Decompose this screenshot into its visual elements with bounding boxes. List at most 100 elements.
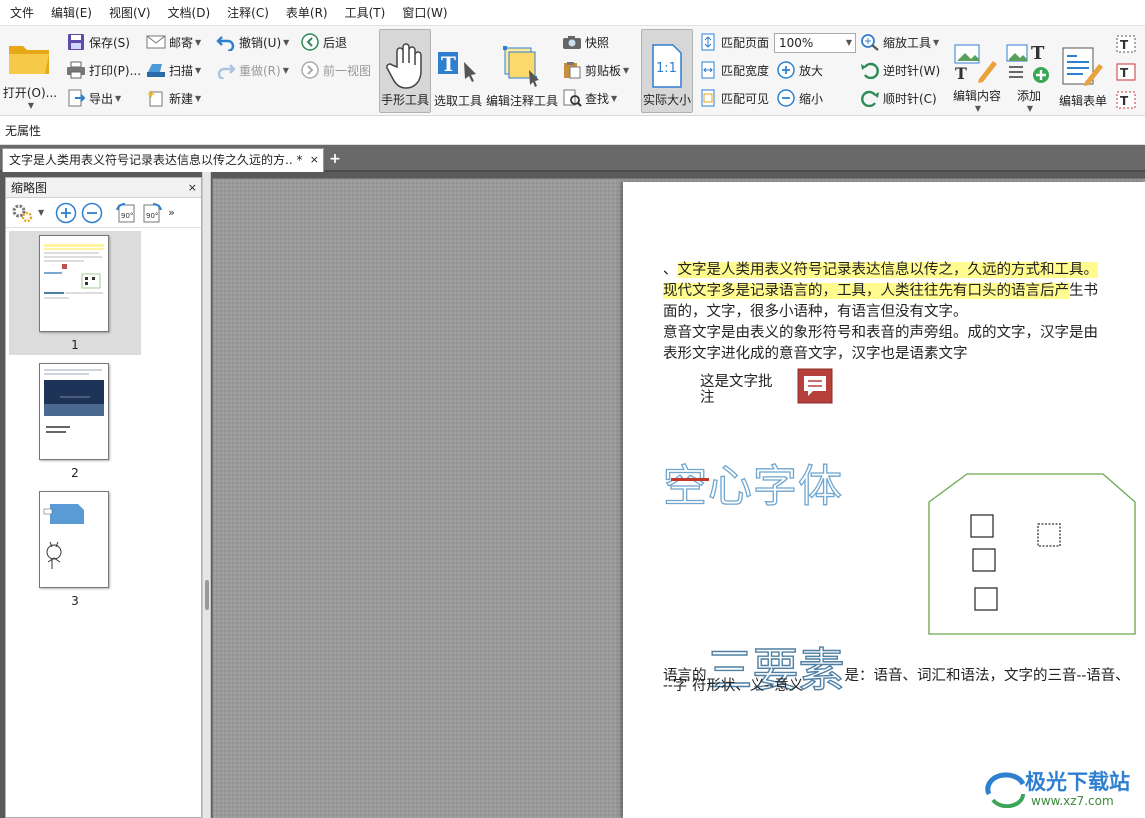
text-annotation[interactable]: 这是文字批 注: [700, 374, 773, 406]
menu-view[interactable]: 视图(V): [103, 2, 157, 24]
new-document-icon: [147, 90, 163, 107]
svg-text:90°: 90°: [146, 212, 158, 220]
redo-button[interactable]: 重做(R) ▼: [216, 61, 289, 79]
thumbnail-page-number: 3: [71, 594, 79, 608]
export-button[interactable]: 导出 ▼: [66, 89, 121, 107]
menu-edit[interactable]: 编辑(E): [45, 2, 98, 24]
camera-icon: [563, 36, 581, 49]
rotate-right-90-icon: 90°: [143, 202, 163, 222]
hand-tool-button[interactable]: 手形工具: [379, 29, 431, 113]
menu-comment[interactable]: 注释(C): [221, 2, 275, 24]
actual-size-button[interactable]: 1:1 实际大小: [641, 29, 693, 113]
menu-form[interactable]: 表单(R): [280, 2, 334, 24]
thumbnail-zoom-out-button[interactable]: [80, 201, 104, 225]
menu-document[interactable]: 文档(D): [162, 2, 217, 24]
zoom-out-button[interactable]: 缩小: [776, 89, 823, 107]
redo-icon: [217, 64, 236, 79]
polygon-shape[interactable]: [927, 472, 1137, 636]
gear-icon: [12, 204, 33, 222]
thumbnail-zoom-in-button[interactable]: [54, 201, 78, 225]
page-preview: [44, 369, 104, 433]
new-tab-button[interactable]: +: [327, 150, 343, 168]
save-icon: [68, 34, 84, 50]
text-cursor-icon: T: [438, 52, 476, 82]
chevron-down-icon: ▼: [195, 65, 202, 75]
menu-window[interactable]: 窗口(W): [396, 2, 453, 24]
find-button[interactable]: 查找 ▼: [562, 89, 617, 107]
svg-text:1:1: 1:1: [656, 61, 677, 76]
fit-width-button[interactable]: 匹配宽度: [698, 61, 769, 79]
zoom-tool-button[interactable]: 缩放工具 ▼: [860, 33, 939, 51]
splitter-grip[interactable]: [205, 580, 209, 610]
properties-label: 无属性: [5, 124, 42, 138]
print-button[interactable]: 打印(P)...: [66, 61, 141, 79]
scan-button[interactable]: 扫描 ▼: [146, 61, 201, 79]
thumbnail-page-image[interactable]: [39, 491, 109, 588]
document-tab[interactable]: 文字是人类用表义符号记录表达信息以传之久远的方.. * ×: [2, 148, 324, 172]
svg-text:T: T: [1120, 94, 1129, 108]
watermark-logo-icon: [985, 772, 1026, 808]
panel-splitter[interactable]: [202, 172, 211, 818]
close-icon[interactable]: ×: [188, 178, 197, 198]
fit-visible-button[interactable]: 匹配可见: [698, 89, 769, 107]
new-button[interactable]: 新建 ▼: [146, 89, 201, 107]
page-preview: [43, 504, 84, 569]
ribbon-toolbar: 打开(O)... ▼ 保存(S) 打印(P)... 导出 ▼ 邮寄 ▼ 扫描 ▼…: [0, 26, 1145, 116]
thumbnail-panel-title: 缩略图: [11, 181, 48, 195]
open-button[interactable]: 打开(O)... ▼: [2, 30, 58, 110]
thumbnail-page-image[interactable]: [39, 235, 109, 332]
chevron-down-icon: ▼: [283, 37, 290, 47]
highlighted-text[interactable]: 文字是人类用表义符号记录表达信息以传之，久远的方式和工具。: [677, 262, 1098, 278]
annotation-edit-icon: [503, 46, 539, 87]
highlighted-text[interactable]: 现代文字多是记录语言的，工具，人类往往先有口头的语言后产: [663, 283, 1069, 299]
open-label: 打开(O)...: [2, 86, 58, 100]
rotate-clockwise-button[interactable]: 顺时针(C): [860, 89, 937, 107]
edit-annotation-tool-button[interactable]: 编辑注释工具: [486, 29, 558, 113]
edit-content-button[interactable]: T 编辑内容 ▼: [950, 29, 1004, 113]
document-page[interactable]: 、文字是人类用表义符号记录表达信息以传之，久远的方式和工具。 现代文字多是记录语…: [623, 182, 1145, 818]
fit-page-button[interactable]: 匹配页面: [698, 33, 769, 51]
form-field-tools-icon[interactable]: T T T: [1115, 34, 1139, 114]
save-button[interactable]: 保存(S): [66, 33, 130, 51]
chevron-down-icon: ▼: [974, 104, 982, 113]
back-arrow-icon: [301, 33, 319, 51]
undo-button[interactable]: 撤销(U) ▼: [216, 33, 289, 51]
options-button[interactable]: [10, 201, 34, 225]
menu-file[interactable]: 文件: [4, 2, 40, 24]
snapshot-button[interactable]: 快照: [562, 33, 609, 51]
hand-icon: [386, 43, 422, 89]
back-button[interactable]: 后退: [300, 33, 347, 51]
zoom-in-icon: [55, 202, 77, 223]
menu-tools[interactable]: 工具(T): [339, 2, 392, 24]
export-icon: [68, 89, 86, 107]
strikeout-mark[interactable]: [671, 478, 709, 481]
chevron-down-icon[interactable]: ▼: [38, 208, 44, 217]
svg-text:T: T: [1031, 43, 1045, 64]
select-tool-button[interactable]: T 选取工具: [432, 29, 484, 113]
watermark-url: www.xz7.com: [1031, 794, 1114, 808]
more-options-icon[interactable]: »: [168, 206, 175, 219]
svg-text:T: T: [1120, 38, 1129, 52]
thumbnail-rotate-left-button[interactable]: 90°: [114, 201, 138, 225]
page-preview: [44, 244, 104, 299]
thumbnail-page-image[interactable]: [39, 363, 109, 460]
close-icon[interactable]: ×: [310, 149, 319, 171]
chevron-down-icon: ▼: [195, 37, 202, 47]
paragraph-line: 、文字是人类用表义符号记录表达信息以传之，久远的方式和工具。: [663, 262, 1098, 278]
actual-size-icon: 1:1: [652, 44, 682, 88]
thumbnail-page-number: 2: [71, 466, 79, 480]
rotate-counterclockwise-button[interactable]: 逆时针(W): [860, 61, 940, 79]
add-button[interactable]: T 添加 ▼: [1004, 29, 1054, 113]
mail-button[interactable]: 邮寄 ▼: [146, 33, 201, 51]
svg-text:90°: 90°: [121, 212, 133, 220]
thumbnail-rotate-right-button[interactable]: 90°: [140, 201, 164, 225]
comment-icon[interactable]: [797, 368, 833, 404]
printer-icon: [67, 61, 85, 79]
zoom-in-button[interactable]: 放大: [776, 61, 823, 79]
clipboard-button[interactable]: 剪贴板 ▼: [562, 61, 629, 79]
mail-icon: [146, 35, 166, 49]
zoom-in-icon: [777, 61, 795, 79]
edit-form-button[interactable]: 编辑表单: [1056, 29, 1110, 113]
previous-view-button[interactable]: 前一视图: [300, 61, 371, 79]
zoom-level-select[interactable]: 100% ▼: [774, 33, 856, 53]
